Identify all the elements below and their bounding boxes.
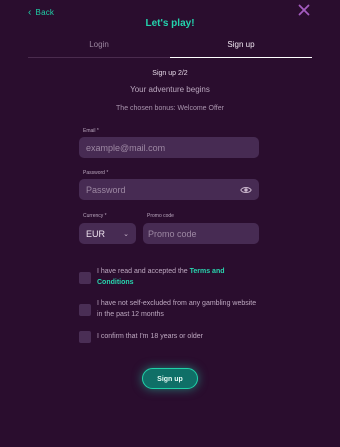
signup-subtitle: Your adventure begins xyxy=(130,85,210,94)
promo-code-field[interactable] xyxy=(143,223,259,244)
terms-checkbox-row: I have read and accepted the Terms and C… xyxy=(79,266,259,288)
currency-label: Currency * xyxy=(83,213,107,219)
age-checkbox[interactable] xyxy=(79,331,91,343)
password-label: Password * xyxy=(83,170,109,176)
age-text: I confirm that I'm 18 years or older xyxy=(97,333,203,340)
password-wrapper xyxy=(79,179,259,200)
email-field[interactable] xyxy=(79,137,259,158)
page-title: Let's play! xyxy=(145,18,195,29)
currency-value: EUR xyxy=(86,228,106,239)
close-icon xyxy=(298,4,310,16)
auth-tabs: Login Sign up xyxy=(28,38,312,58)
age-checkbox-row: I confirm that I'm 18 years or older xyxy=(79,331,259,343)
self-exclusion-checkbox-row: I have not self-excluded from any gambli… xyxy=(79,298,259,320)
close-button[interactable] xyxy=(298,4,310,16)
email-label: Email * xyxy=(83,128,99,134)
terms-prefix: I have read and accepted the xyxy=(97,268,190,275)
signup-step: Sign up 2/2 xyxy=(152,70,188,77)
promo-label: Promo code xyxy=(147,213,174,219)
chosen-bonus: The chosen bonus: Welcome Offer xyxy=(116,105,224,112)
tab-signup[interactable]: Sign up xyxy=(170,38,312,58)
back-button[interactable]: ‹ Back xyxy=(28,6,55,18)
self-exclusion-text: I have not self-excluded from any gambli… xyxy=(97,300,257,318)
currency-select[interactable]: EUR ⌄ xyxy=(79,223,136,244)
self-exclusion-checkbox[interactable] xyxy=(79,304,91,316)
chevron-down-icon: ⌄ xyxy=(123,230,129,238)
signup-button[interactable]: Sign up xyxy=(142,368,198,389)
tab-login[interactable]: Login xyxy=(28,38,170,58)
back-label: Back xyxy=(35,8,55,17)
chevron-left-icon: ‹ xyxy=(28,6,32,18)
terms-text: I have read and accepted the Terms and C… xyxy=(97,266,259,288)
password-field[interactable] xyxy=(79,179,259,200)
terms-checkbox[interactable] xyxy=(79,272,91,284)
eye-icon[interactable] xyxy=(240,184,252,196)
